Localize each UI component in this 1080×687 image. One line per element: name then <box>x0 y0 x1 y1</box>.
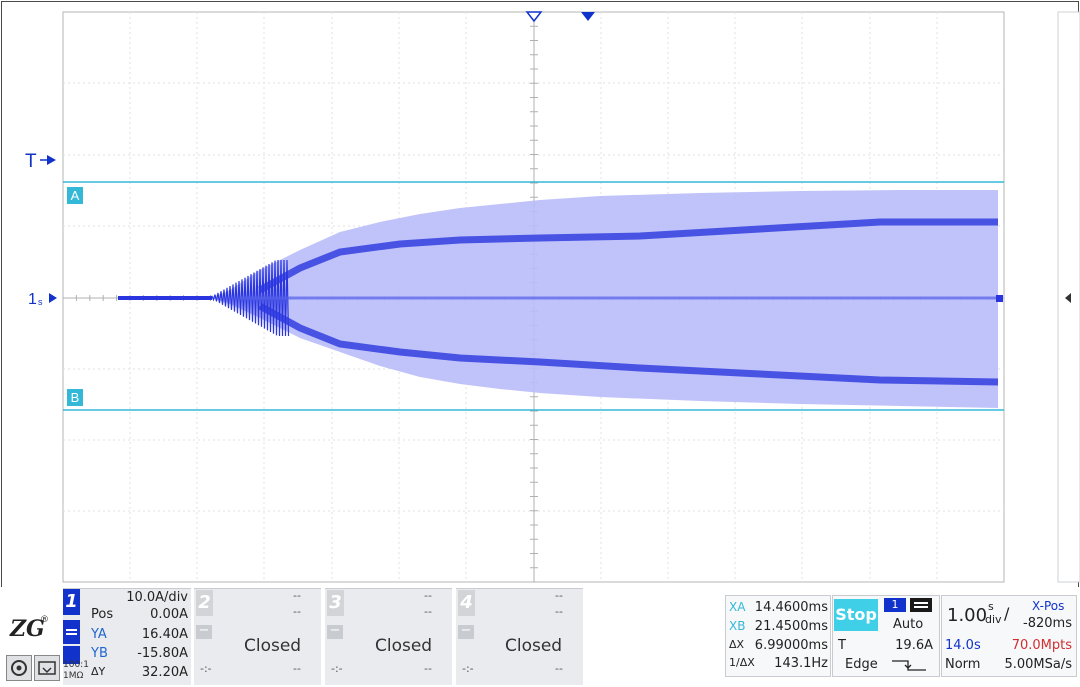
trigger-source[interactable]: 1 <box>884 598 906 612</box>
window-icon <box>910 598 932 612</box>
xpos-label: X-Pos <box>1032 599 1065 613</box>
xa-label: XA <box>729 600 746 614</box>
screenshot-icon[interactable] <box>6 655 32 681</box>
run-stop-button[interactable]: Stop <box>834 599 878 631</box>
channel3-minus-icon: − <box>327 624 343 639</box>
acquisition-mode[interactable]: Norm <box>945 657 980 672</box>
channel3-number[interactable]: 3 <box>327 590 344 616</box>
xb-label: XB <box>729 619 746 633</box>
channel1-number[interactable]: 1 <box>63 589 80 615</box>
cursor-b-label: B <box>71 390 80 405</box>
pos-value: 0.00A <box>150 607 188 622</box>
xa-value: 14.4600ms <box>754 600 828 615</box>
probe-ratio: 100:1 <box>63 660 89 670</box>
channel2-minus-icon: − <box>196 624 212 639</box>
channel1-offset-label: 1 <box>28 291 37 308</box>
inv-dx-label: 1/ΔX <box>729 656 755 669</box>
trigger-level-label: T <box>25 151 37 172</box>
trigger-level-label-sb: T <box>838 638 846 653</box>
dy-value: 32.20A <box>141 665 188 680</box>
channel2-status: Closed <box>244 636 302 656</box>
timebase-scale[interactable]: 1.00 <box>947 605 987 626</box>
cursor-a-label: A <box>71 188 80 203</box>
trigger-mode[interactable]: Auto <box>893 617 923 632</box>
zlg-logo: ZG ® <box>8 612 49 642</box>
ya-value: 16.40A <box>141 627 188 642</box>
pos-label: Pos <box>91 607 114 622</box>
channel2-number[interactable]: 2 <box>196 590 213 616</box>
xpos-value[interactable]: -820ms <box>1016 616 1072 631</box>
dy-label: ΔY <box>91 665 106 678</box>
svg-text:®: ® <box>40 615 48 625</box>
dx-label: ΔX <box>729 638 745 651</box>
record-time: 14.0s <box>945 638 981 653</box>
edge-rising-icon <box>890 657 930 673</box>
channel4-minus-icon: − <box>458 624 474 639</box>
channel4-status: Closed <box>505 636 563 656</box>
svg-text:s: s <box>38 297 43 307</box>
channel3-status: Closed <box>375 636 433 656</box>
trigger-level-value[interactable]: 19.6A <box>870 638 933 653</box>
channel1-coupling-icon[interactable] <box>63 620 80 644</box>
inv-dx-value: 143.1Hz <box>774 656 828 671</box>
channel1-scale[interactable]: 10.0A/div <box>100 590 188 605</box>
sample-rate: 5.00MSa/s <box>1004 657 1072 672</box>
channel1-offset-arrow-icon[interactable] <box>49 293 57 303</box>
yb-value: -15.80A <box>137 646 188 661</box>
input-impedance: 1MΩ <box>63 671 84 681</box>
save-icon[interactable] <box>34 655 60 681</box>
yb-label: YB <box>91 646 108 661</box>
scope-display: A B T 1 s <box>25 11 1080 583</box>
memory-depth[interactable]: 70.0Mpts <box>1000 638 1072 653</box>
trigger-type[interactable]: Edge <box>845 657 878 672</box>
ya-label: YA <box>91 627 107 642</box>
xb-value: 21.4500ms <box>754 619 828 634</box>
channel4-number[interactable]: 4 <box>458 590 475 616</box>
dx-value: 6.99000ms <box>754 638 828 653</box>
